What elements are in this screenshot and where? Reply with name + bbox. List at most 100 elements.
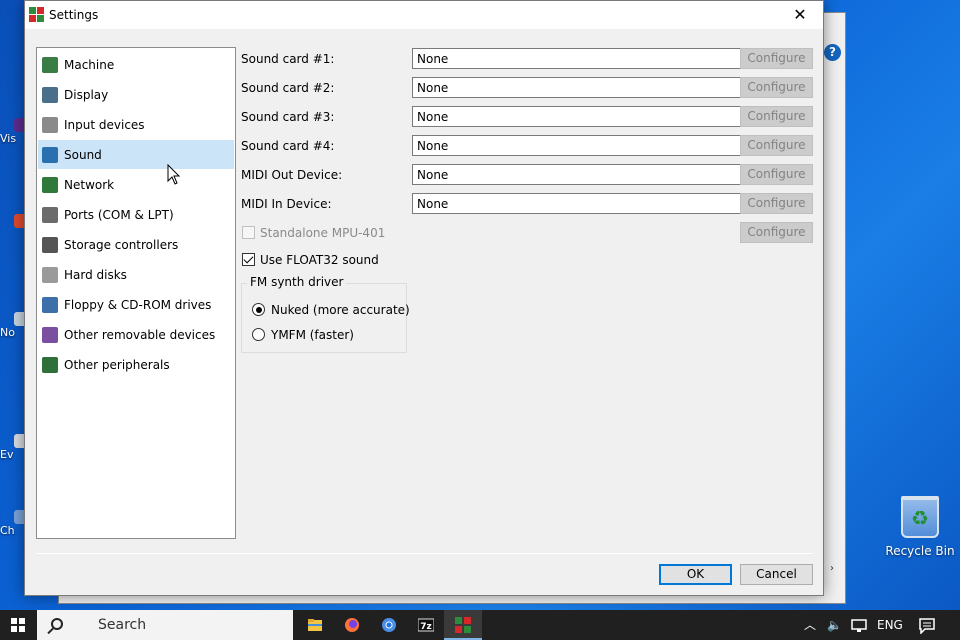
title-bar[interactable]: Settings ✕ [25,1,823,29]
7zip-label: 7z [420,622,432,632]
midi-in-select[interactable]: None [412,193,760,214]
volume-muted-icon[interactable]: 🔈 [827,610,842,640]
machine-icon [42,56,58,73]
recycle-bin[interactable]: Recycle Bin [878,496,960,558]
sound-card-2-configure-button[interactable]: Configure [740,77,813,98]
combo-value: None [417,168,449,182]
midi-out-configure-button[interactable]: Configure [740,164,813,185]
desktop-edge-item-3[interactable]: No [0,312,26,339]
nav-label: Other peripherals [64,357,170,372]
cancel-button[interactable]: Cancel [740,564,813,585]
background-scrollbar[interactable] [826,64,844,584]
help-icon[interactable]: ? [824,44,841,61]
removable-device-icon [42,326,58,343]
desktop-edge-item-5[interactable]: Ch [0,510,26,537]
sound-card-4-label: Sound card #4: [241,139,335,153]
mouse-cursor-icon [167,164,181,185]
float32-label: Use FLOAT32 sound [260,253,379,267]
floppy-cdrom-icon [42,296,58,313]
notifications-icon[interactable] [919,618,935,634]
7zip-icon: 7z [418,618,434,632]
combo-value: None [417,139,449,153]
taskbar-chrome[interactable] [370,610,408,640]
nav-item-sound[interactable]: Sound [38,140,234,169]
nav-label: Floppy & CD-ROM drives [64,297,212,312]
search-placeholder: Search [98,617,147,633]
window-title: Settings [49,8,99,22]
network-tray-icon[interactable] [851,619,867,633]
float32-checkbox[interactable] [242,253,255,266]
nuked-label: Nuked (more accurate) [271,303,410,317]
ymfm-label: YMFM (faster) [271,328,354,342]
taskbar: Search 7z ︿ 🔈 ENG [0,610,960,640]
search-icon [51,618,63,630]
combo-value: None [417,52,449,66]
desktop-edge-item-4[interactable]: Ev [0,434,26,461]
scroll-right-arrow-icon[interactable]: › [830,563,834,574]
86box-app-icon [29,7,44,22]
nav-label: Ports (COM & LPT) [64,207,174,222]
standalone-mpu-configure-button[interactable]: Configure [740,222,813,243]
nav-item-input-devices[interactable]: Input devices [38,110,234,139]
close-icon: ✕ [793,5,807,24]
nav-label: Other removable devices [64,327,216,342]
ok-button[interactable]: OK [659,564,732,585]
nav-item-display[interactable]: Display [38,80,234,109]
taskbar-86box[interactable] [444,610,482,640]
sound-card-1-select[interactable]: None [412,48,760,69]
nav-item-machine[interactable]: Machine [38,50,234,79]
start-button[interactable] [0,610,36,640]
storage-controllers-icon [42,236,58,253]
sound-card-1-label: Sound card #1: [241,52,335,66]
firefox-icon [345,618,359,632]
taskbar-7zip[interactable]: 7z [407,610,445,640]
network-icon [42,176,58,193]
ymfm-radio[interactable] [252,328,265,341]
midi-in-configure-button[interactable]: Configure [740,193,813,214]
desktop-edge-label: No [0,326,15,339]
fm-synth-title: FM synth driver [247,275,347,289]
nuked-radio[interactable] [252,303,265,316]
dialog-separator [36,553,813,554]
sound-card-4-configure-button[interactable]: Configure [740,135,813,156]
desktop-edge-item-1[interactable]: Vis [0,118,26,145]
recycle-bin-label: Recycle Bin [885,544,955,558]
settings-category-list[interactable]: Machine Display Input devices Sound Netw… [36,47,236,539]
taskbar-firefox[interactable] [333,610,371,640]
nav-label: Storage controllers [64,237,179,252]
sound-card-4-select[interactable]: None [412,135,760,156]
hard-disk-icon [42,266,58,283]
nav-item-other-peripherals[interactable]: Other peripherals [38,350,234,379]
standalone-mpu-label: Standalone MPU-401 [260,226,386,240]
taskbar-file-explorer[interactable] [296,610,334,640]
sound-card-3-configure-button[interactable]: Configure [740,106,813,127]
tray-chevron-up-icon[interactable]: ︿ [804,610,816,640]
nav-item-ports[interactable]: Ports (COM & LPT) [38,200,234,229]
desktop-edge-label: Ev [0,448,14,461]
nav-item-removable-devices[interactable]: Other removable devices [38,320,234,349]
sound-card-3-label: Sound card #3: [241,110,335,124]
nav-item-floppy-cdrom[interactable]: Floppy & CD-ROM drives [38,290,234,319]
desktop-edge-item-2[interactable] [0,214,26,228]
taskbar-search[interactable]: Search [37,610,293,640]
display-icon [42,86,58,103]
recycle-bin-icon [901,496,939,538]
standalone-mpu-checkbox[interactable] [242,226,255,239]
midi-out-label: MIDI Out Device: [241,168,343,182]
midi-out-select[interactable]: None [412,164,760,185]
nav-label: Machine [64,57,115,72]
close-button[interactable]: ✕ [777,1,823,29]
fm-synth-groupbox [241,283,407,353]
nav-item-storage-controllers[interactable]: Storage controllers [38,230,234,259]
desktop-edge-label: Vis [0,132,17,145]
nav-item-network[interactable]: Network [38,170,234,199]
input-devices-icon [42,116,58,133]
peripherals-icon [42,356,58,373]
midi-in-label: MIDI In Device: [241,197,332,211]
language-indicator[interactable]: ENG [877,610,903,640]
file-explorer-icon [308,619,322,631]
nav-item-hard-disks[interactable]: Hard disks [38,260,234,289]
sound-card-1-configure-button[interactable]: Configure [740,48,813,69]
sound-card-3-select[interactable]: None [412,106,760,127]
sound-card-2-select[interactable]: None [412,77,760,98]
